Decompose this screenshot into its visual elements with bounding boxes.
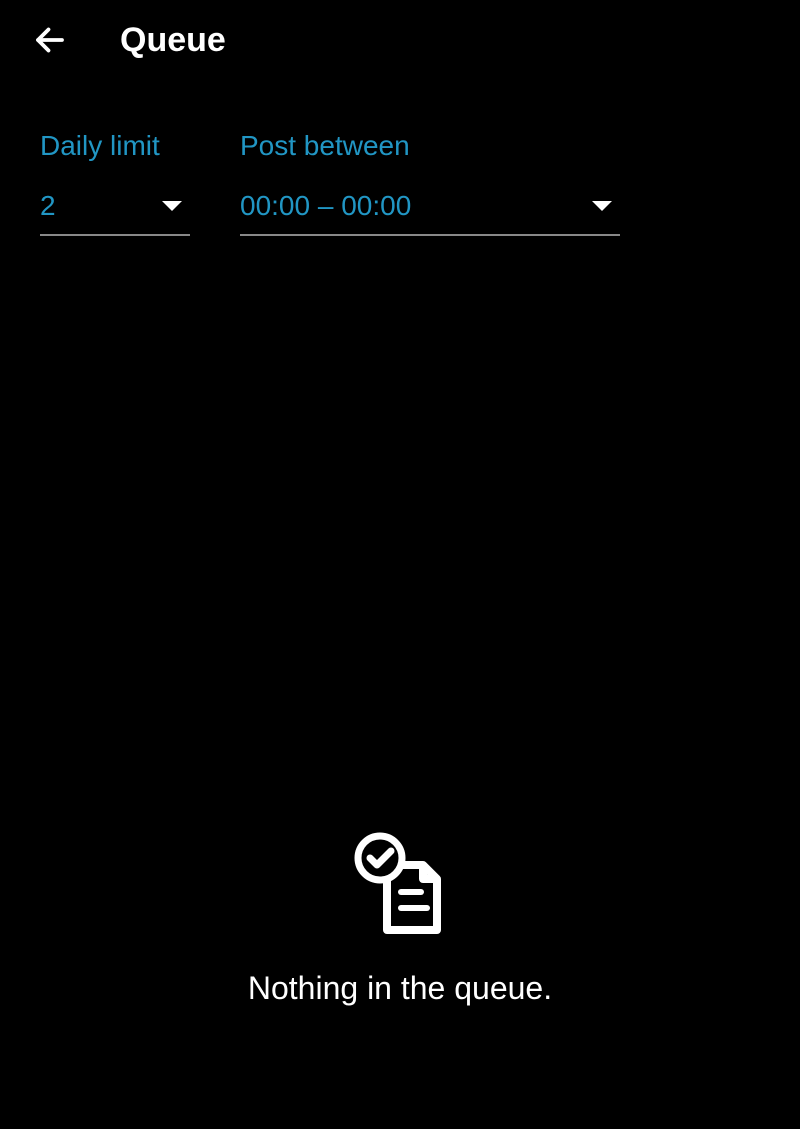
daily-limit-value: 2 [40, 190, 56, 222]
chevron-down-icon [162, 201, 182, 211]
arrow-left-icon [32, 22, 68, 58]
back-button[interactable] [30, 20, 70, 60]
empty-state: Nothing in the queue. [0, 830, 800, 1007]
post-between-dropdown[interactable]: 00:00 – 00:00 [240, 190, 620, 236]
page-title: Queue [120, 21, 226, 60]
chevron-down-icon [592, 201, 612, 211]
post-between-group: Post between 00:00 – 00:00 [240, 130, 620, 236]
header: Queue [0, 0, 800, 80]
post-between-value: 00:00 – 00:00 [240, 190, 411, 222]
post-between-label: Post between [240, 130, 620, 162]
daily-limit-label: Daily limit [40, 130, 190, 162]
daily-limit-group: Daily limit 2 [40, 130, 190, 236]
daily-limit-dropdown[interactable]: 2 [40, 190, 190, 236]
controls-row: Daily limit 2 Post between 00:00 – 00:00 [0, 80, 800, 236]
empty-queue-icon [345, 830, 455, 940]
empty-state-message: Nothing in the queue. [248, 970, 552, 1007]
